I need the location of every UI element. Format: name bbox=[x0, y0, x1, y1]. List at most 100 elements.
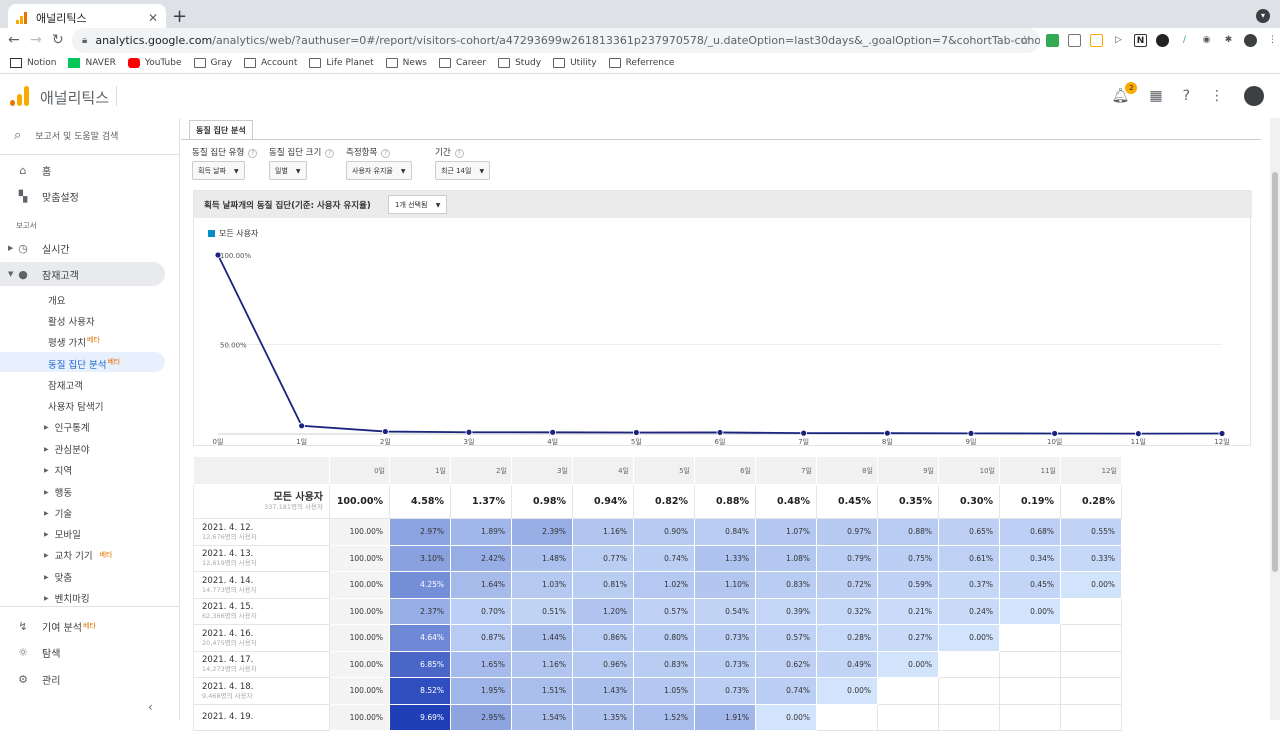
cohort-cell[interactable]: 1.52% bbox=[633, 703, 695, 731]
help-icon[interactable]: ? bbox=[325, 149, 335, 158]
close-tab-icon[interactable]: ✕ bbox=[148, 11, 158, 25]
cohort-cell[interactable]: 0.33% bbox=[1060, 544, 1122, 572]
cohort-cell[interactable]: 2.42% bbox=[450, 544, 512, 572]
sidebar-group-behavior[interactable]: ▶ 행동 bbox=[44, 485, 72, 499]
extension-icon[interactable] bbox=[1068, 34, 1081, 47]
bookmark-naver[interactable]: NAVER bbox=[68, 58, 116, 68]
cohort-cell[interactable]: 1.43% bbox=[572, 677, 634, 705]
notifications-bell-icon[interactable]: 🔔︎ 2 bbox=[1112, 82, 1138, 104]
cohort-cell[interactable]: 0.49% bbox=[816, 650, 878, 678]
cohort-cell[interactable]: 1.51% bbox=[511, 677, 573, 705]
cohort-cell[interactable]: 0.51% bbox=[511, 597, 573, 625]
cohort-cell[interactable]: 1.20% bbox=[572, 597, 634, 625]
cohort-cell[interactable]: 0.62% bbox=[755, 650, 817, 678]
cohort-cell[interactable]: 0.21% bbox=[877, 597, 939, 625]
scrollbar-thumb[interactable] bbox=[1272, 172, 1278, 572]
cohort-cell[interactable] bbox=[999, 650, 1061, 678]
cohort-cell[interactable]: 1.89% bbox=[450, 518, 512, 546]
cohort-cell[interactable] bbox=[999, 677, 1061, 705]
notion-extension-icon[interactable]: N bbox=[1134, 34, 1147, 47]
cohort-cell[interactable]: 6.85% bbox=[389, 650, 451, 678]
reload-icon[interactable]: ↻ bbox=[52, 32, 64, 48]
extension-icon[interactable] bbox=[1046, 34, 1059, 47]
help-icon[interactable]: ? bbox=[381, 149, 391, 158]
sidebar-group-demographics[interactable]: ▶ 인구통계 bbox=[44, 420, 90, 434]
address-bar[interactable]: 🔒︎ analytics.google.com/analytics/web/?a… bbox=[72, 28, 1040, 53]
apps-grid-icon[interactable]: ▦ bbox=[1149, 88, 1162, 104]
cohort-cell[interactable]: 0.97% bbox=[816, 518, 878, 546]
sidebar-sub-user-explorer[interactable]: 사용자 탐색기 bbox=[48, 399, 103, 413]
bookmark-folder[interactable]: Utility bbox=[553, 58, 597, 68]
cohort-cell[interactable]: 2.97% bbox=[389, 518, 451, 546]
sidebar-sub-active-users[interactable]: 활성 사용자 bbox=[48, 314, 95, 328]
extension-icon[interactable] bbox=[1156, 34, 1169, 47]
cohort-cell[interactable]: 0.84% bbox=[694, 518, 756, 546]
bookmark-star-icon[interactable]: ☆ bbox=[1019, 33, 1030, 47]
cohort-cell[interactable]: 0.55% bbox=[1060, 518, 1122, 546]
cohort-cell[interactable]: 1.10% bbox=[694, 571, 756, 599]
cohort-type-select[interactable]: 획득 날짜 ▼ bbox=[192, 161, 245, 180]
cohort-cell[interactable]: 0.79% bbox=[816, 544, 878, 572]
cohort-cell[interactable]: 0.27% bbox=[877, 624, 939, 652]
puzzle-icon[interactable]: ✱ bbox=[1222, 34, 1235, 47]
bookmark-folder[interactable]: Study bbox=[498, 58, 541, 68]
cohort-cell[interactable]: 0.00% bbox=[1060, 571, 1122, 599]
cohort-cell[interactable]: 0.00% bbox=[816, 677, 878, 705]
sidebar-group-custom[interactable]: ▶ 맞춤 bbox=[44, 570, 72, 584]
sidebar-group-technology[interactable]: ▶ 기술 bbox=[44, 506, 72, 520]
metric-select[interactable]: 사용자 유지율 ▼ bbox=[346, 161, 412, 180]
cohort-cell[interactable]: 1.48% bbox=[511, 544, 573, 572]
cohort-cell[interactable]: 1.35% bbox=[572, 703, 634, 731]
cohort-cell[interactable]: 100.00% bbox=[329, 544, 390, 572]
cohort-selection-dropdown[interactable]: 1개 선택됨 ▼ bbox=[388, 195, 448, 214]
cohort-cell[interactable]: 1.03% bbox=[511, 571, 573, 599]
back-icon[interactable]: ← bbox=[8, 32, 20, 48]
cohort-cell[interactable] bbox=[999, 703, 1061, 731]
bookmark-notion[interactable]: Notion bbox=[10, 58, 56, 68]
date-range-select[interactable]: 최근 14일 ▼ bbox=[435, 161, 491, 180]
bookmark-youtube[interactable]: YouTube bbox=[127, 58, 182, 68]
bookmark-folder[interactable]: News bbox=[385, 58, 427, 68]
cohort-cell[interactable] bbox=[1060, 703, 1122, 731]
bookmark-folder[interactable]: Account bbox=[244, 58, 297, 68]
cohort-cell[interactable]: 0.73% bbox=[694, 677, 756, 705]
cohort-cell[interactable]: 1.02% bbox=[633, 571, 695, 599]
cohort-cell[interactable]: 1.16% bbox=[572, 518, 634, 546]
cohort-cell[interactable]: 100.00% bbox=[329, 624, 390, 652]
cohort-cell[interactable] bbox=[938, 677, 1000, 705]
sidebar-sub-overview[interactable]: 개요 bbox=[48, 293, 65, 307]
sidebar-item-customization[interactable]: ▚ 맞춤설정 bbox=[0, 184, 165, 208]
sidebar-item-admin[interactable]: ⚙ 관리 bbox=[0, 667, 165, 691]
sidebar-group-benchmarking[interactable]: ▶ 벤치마킹 bbox=[44, 591, 90, 605]
new-tab-icon[interactable]: + bbox=[172, 6, 187, 27]
cohort-cell[interactable] bbox=[938, 650, 1000, 678]
cohort-cell[interactable]: 100.00% bbox=[329, 703, 390, 731]
cohort-cell[interactable]: 0.00% bbox=[755, 703, 817, 731]
sidebar-group-cross-device[interactable]: ▶ 교차 기기 베타 bbox=[44, 548, 113, 562]
cohort-cell[interactable]: 1.08% bbox=[755, 544, 817, 572]
cohort-cell[interactable]: 0.80% bbox=[633, 624, 695, 652]
bookmark-folder[interactable]: Life Planet bbox=[309, 58, 374, 68]
tab-cohort-analysis[interactable]: 동질 집단 분석 bbox=[189, 120, 253, 140]
cohort-cell[interactable] bbox=[1060, 624, 1122, 652]
profile-avatar[interactable] bbox=[1244, 34, 1257, 47]
cohort-cell[interactable]: 0.70% bbox=[450, 597, 512, 625]
cohort-cell[interactable]: 0.34% bbox=[999, 544, 1061, 572]
cohort-cell[interactable]: 0.72% bbox=[816, 571, 878, 599]
cohort-cell[interactable]: 0.59% bbox=[877, 571, 939, 599]
cohort-cell[interactable]: 2.37% bbox=[389, 597, 451, 625]
sidebar-group-interests[interactable]: ▶ 관심분야 bbox=[44, 442, 90, 456]
cohort-cell[interactable]: 0.28% bbox=[816, 624, 878, 652]
cohort-cell[interactable] bbox=[938, 703, 1000, 731]
cohort-cell[interactable]: 100.00% bbox=[329, 677, 390, 705]
cohort-cell[interactable]: 1.64% bbox=[450, 571, 512, 599]
sidebar-sub-audiences[interactable]: 잠재고객 bbox=[48, 378, 83, 392]
menu-icon[interactable]: ⋮ bbox=[1266, 34, 1279, 47]
sidebar-search[interactable]: ⌕ 보고서 및 도움말 검색 bbox=[14, 128, 118, 143]
sidebar-item-audience[interactable]: ▼ ● 잠재고객 bbox=[0, 262, 165, 286]
camera-icon[interactable]: ◉ bbox=[1200, 34, 1213, 47]
cohort-cell[interactable]: 0.96% bbox=[572, 650, 634, 678]
cohort-cell[interactable]: 0.81% bbox=[572, 571, 634, 599]
cohort-cell[interactable]: 0.45% bbox=[999, 571, 1061, 599]
cohort-cell[interactable]: 0.57% bbox=[633, 597, 695, 625]
